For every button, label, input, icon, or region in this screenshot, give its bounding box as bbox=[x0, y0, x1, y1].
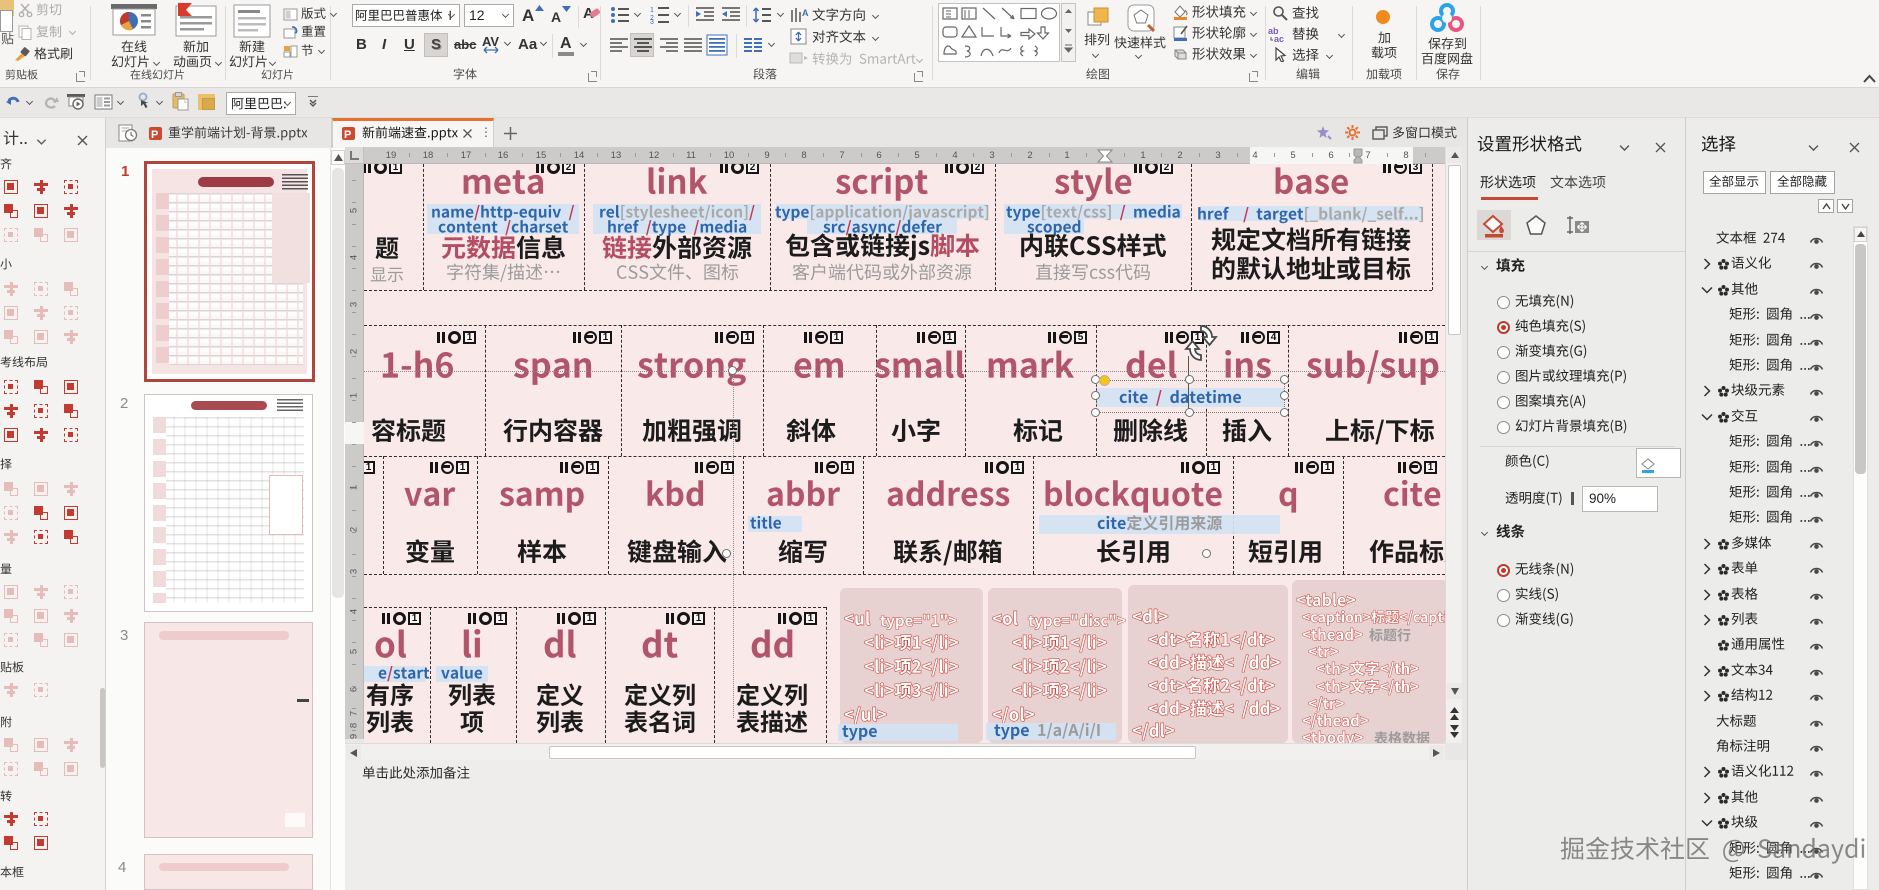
svg-text:3: 3 bbox=[650, 19, 654, 24]
svg-text:A: A bbox=[802, 8, 809, 18]
svg-text:P: P bbox=[344, 129, 351, 141]
svg-text:P: P bbox=[151, 129, 158, 141]
svg-text:1: 1 bbox=[650, 7, 654, 14]
svg-text:ac: ac bbox=[1274, 34, 1284, 43]
